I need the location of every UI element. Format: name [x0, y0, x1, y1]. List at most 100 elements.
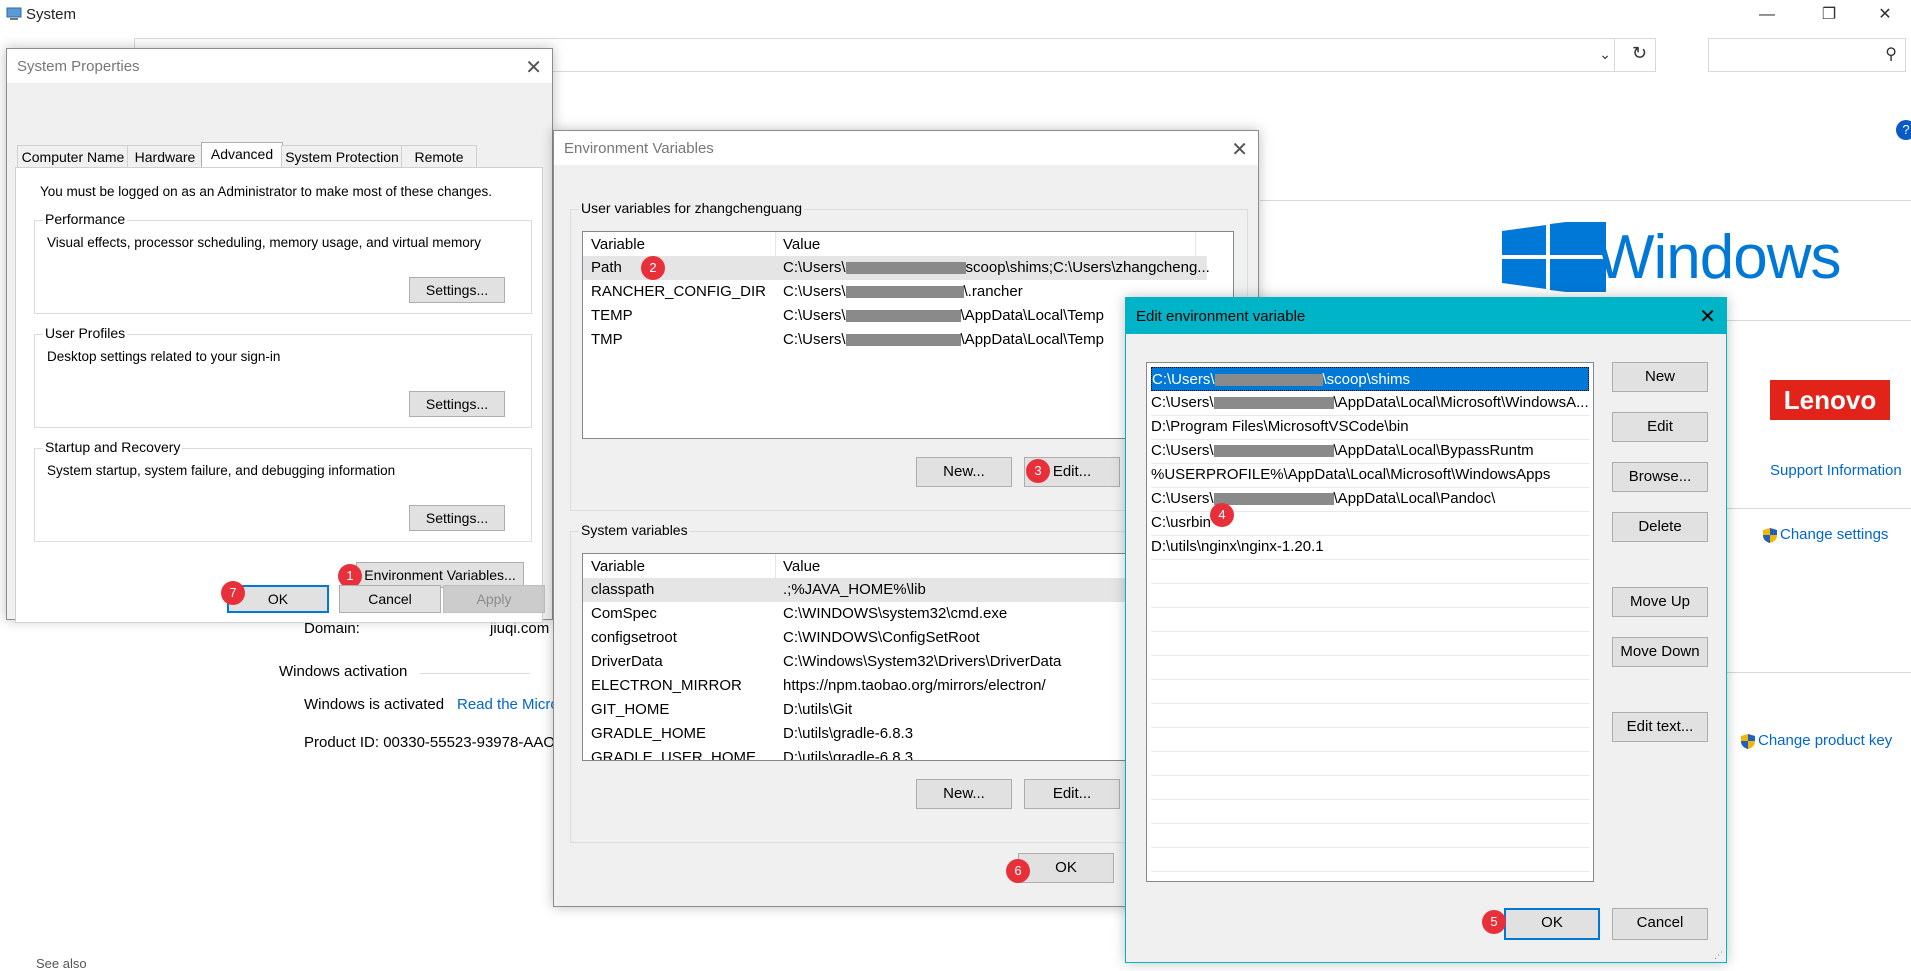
- step-marker-4: 4: [1210, 503, 1234, 527]
- variable-name: GRADLE_USER_HOME: [591, 749, 757, 761]
- column-variable[interactable]: Variable: [591, 236, 645, 253]
- tab-remote[interactable]: Remote: [401, 145, 477, 168]
- tab-system-protection[interactable]: System Protection: [281, 145, 403, 168]
- change-product-key-link[interactable]: Change product key: [1740, 732, 1892, 750]
- list-item[interactable]: [1151, 583, 1589, 608]
- redacted-block: [845, 334, 961, 347]
- list-item[interactable]: [1151, 631, 1589, 656]
- entry-suffix: \AppData\Local\Microsoft\WindowsA...: [1333, 394, 1589, 411]
- list-item[interactable]: [1151, 775, 1589, 800]
- help-icon[interactable]: ?: [1896, 120, 1911, 140]
- list-item[interactable]: [1151, 607, 1589, 632]
- path-entries-list[interactable]: C:\Users\ \scoop\shims C:\Users\ \AppData\…: [1146, 362, 1594, 882]
- system-variables-label: System variables: [579, 522, 690, 538]
- list-item[interactable]: [1151, 799, 1589, 824]
- column-value[interactable]: Value: [783, 558, 820, 575]
- user-new-button[interactable]: New...: [916, 457, 1012, 487]
- table-row[interactable]: Path C:\Users\ scoop\shims;C:\Users\zhang…: [583, 256, 1210, 280]
- refresh-icon[interactable]: ↻: [1632, 43, 1647, 64]
- move-down-button[interactable]: Move Down: [1612, 637, 1708, 667]
- redacted-block: [845, 310, 961, 323]
- close-icon[interactable]: ✕: [1231, 137, 1248, 162]
- change-settings-link[interactable]: Change settings: [1762, 526, 1888, 544]
- value-suffix: \AppData\Local\Temp: [960, 331, 1104, 348]
- table-row[interactable]: TEMP C:\Users\ \AppData\Local\Temp: [583, 304, 1207, 328]
- list-item[interactable]: C:\Users\ \scoop\shims: [1151, 367, 1589, 391]
- system-edit-button[interactable]: Edit...: [1024, 779, 1120, 809]
- list-item[interactable]: [1151, 727, 1589, 752]
- value-suffix: scoop\shims;C:\Users\zhangcheng...: [965, 259, 1210, 276]
- cancel-button[interactable]: Cancel: [339, 585, 441, 613]
- edit-environment-variable-dialog: Edit environment variable ✕ C:\Users\ \sc…: [1125, 297, 1727, 963]
- change-product-key-label[interactable]: Change product key: [1758, 732, 1892, 749]
- move-up-button[interactable]: Move Up: [1612, 587, 1708, 617]
- change-settings-label[interactable]: Change settings: [1780, 526, 1888, 543]
- step-marker-2: 2: [641, 256, 665, 280]
- column-variable[interactable]: Variable: [591, 558, 645, 575]
- list-item[interactable]: [1151, 679, 1589, 704]
- variable-name: TMP: [591, 331, 623, 348]
- system-title-bar: System — ❐ ✕: [0, 0, 1911, 30]
- entry-prefix: C:\usrbin: [1151, 514, 1212, 531]
- list-item[interactable]: [1151, 823, 1589, 848]
- list-item[interactable]: [1151, 847, 1589, 872]
- close-icon[interactable]: ✕: [525, 55, 542, 80]
- list-item[interactable]: D:\utils\nginx\nginx-1.20.1: [1151, 535, 1589, 560]
- apply-button[interactable]: Apply: [443, 585, 545, 613]
- close-button[interactable]: ✕: [1862, 0, 1908, 30]
- redacted-block: [845, 286, 964, 299]
- new-entry-button[interactable]: New: [1612, 362, 1708, 392]
- entry-suffix: \AppData\Local\Pandoc\: [1333, 490, 1496, 507]
- redacted-block: [1213, 445, 1334, 458]
- admin-note: You must be logged on as an Administrato…: [40, 184, 493, 199]
- env-ok-button[interactable]: OK: [1018, 853, 1114, 883]
- user-profiles-label: User Profiles: [43, 325, 128, 341]
- edit-cancel-button[interactable]: Cancel: [1612, 908, 1708, 940]
- list-item[interactable]: D:\Program Files\MicrosoftVSCode\bin: [1151, 415, 1589, 440]
- product-id: Product ID: 00330-55523-93978-AAO: [304, 734, 555, 751]
- edit-ok-button[interactable]: OK: [1504, 908, 1600, 940]
- list-item[interactable]: C:\Users\ \AppData\Local\BypassRuntm: [1151, 439, 1589, 464]
- tab-advanced[interactable]: Advanced: [201, 142, 283, 169]
- resize-grip-icon[interactable]: ⋰: [1714, 950, 1724, 960]
- variable-value: C:\Users\ \AppData\Local\Temp: [783, 328, 1104, 352]
- startup-recovery-settings-button[interactable]: Settings...: [409, 505, 505, 531]
- read-license-link[interactable]: Read the Micro: [457, 696, 559, 713]
- variable-name: ELECTRON_MIRROR: [591, 677, 742, 694]
- edit-entry-button[interactable]: Edit: [1612, 412, 1708, 442]
- variable-name: configsetroot: [591, 629, 677, 646]
- performance-settings-button[interactable]: Settings...: [409, 277, 505, 303]
- user-profiles-settings-button[interactable]: Settings...: [409, 391, 505, 417]
- entry-prefix: %USERPROFILE%\AppData\Local\Microsoft\Wi…: [1151, 466, 1551, 483]
- system-new-button[interactable]: New...: [916, 779, 1012, 809]
- close-icon[interactable]: ✕: [1699, 304, 1716, 329]
- shield-icon: [1763, 527, 1777, 543]
- table-row[interactable]: RANCHER_CONFIG_DIR C:\Users\ \.rancher: [583, 280, 1207, 304]
- dialog-title-bar: Environment Variables ✕: [554, 131, 1258, 165]
- system-properties-dialog: System Properties ✕ Computer Name Hardwa…: [6, 48, 553, 623]
- list-item[interactable]: [1151, 751, 1589, 776]
- list-item[interactable]: [1151, 559, 1589, 584]
- list-item[interactable]: [1151, 703, 1589, 728]
- list-item[interactable]: [1151, 655, 1589, 680]
- list-item[interactable]: %USERPROFILE%\AppData\Local\Microsoft\Wi…: [1151, 463, 1589, 488]
- minimize-button[interactable]: —: [1744, 0, 1790, 30]
- entry-prefix: D:\utils\nginx\nginx-1.20.1: [1151, 538, 1324, 555]
- column-value[interactable]: Value: [783, 236, 820, 253]
- chevron-down-icon[interactable]: ⌄: [1599, 46, 1611, 63]
- column-separator: [775, 554, 776, 578]
- browse-button[interactable]: Browse...: [1612, 462, 1708, 492]
- search-input[interactable]: ⚲: [1708, 38, 1906, 72]
- support-information-link[interactable]: Support Information: [1770, 462, 1902, 479]
- edit-text-button[interactable]: Edit text...: [1612, 712, 1708, 742]
- dialog-title-bar: Edit environment variable ✕: [1126, 298, 1726, 334]
- restore-button[interactable]: ❐: [1806, 0, 1852, 30]
- step-marker-3: 3: [1026, 459, 1050, 483]
- delete-button[interactable]: Delete: [1612, 512, 1708, 542]
- performance-description: Visual effects, processor scheduling, me…: [47, 235, 481, 250]
- list-item[interactable]: C:\Users\ \AppData\Local\Microsoft\Window…: [1151, 391, 1589, 416]
- table-row[interactable]: TMP C:\Users\ \AppData\Local\Temp: [583, 328, 1207, 352]
- tab-computer-name[interactable]: Computer Name: [17, 145, 129, 168]
- tab-hardware[interactable]: Hardware: [127, 145, 203, 168]
- performance-group: Performance Visual effects, processor sc…: [34, 211, 532, 314]
